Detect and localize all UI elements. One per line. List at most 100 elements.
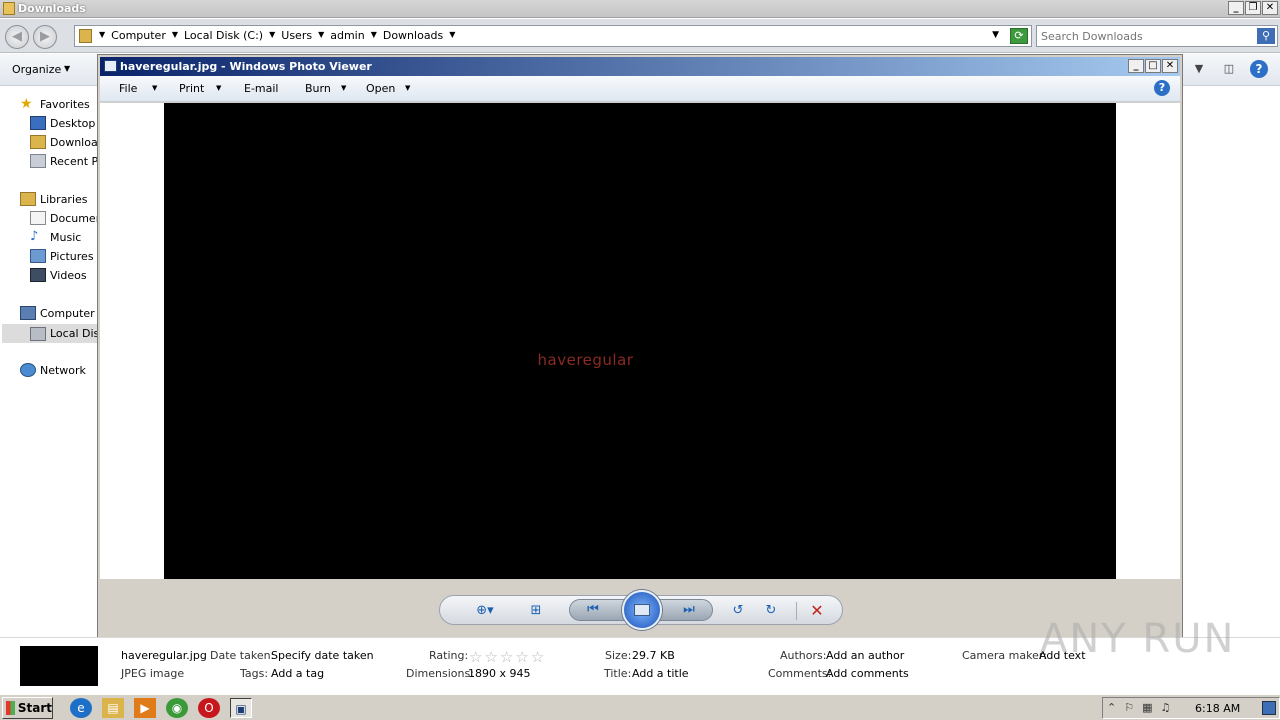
address-bar[interactable]: ▼ Computer ▼ Local Disk (C:) ▼ Users ▼ a… (74, 25, 1032, 47)
nav-downloads[interactable]: Downloac (30, 135, 97, 149)
rating-stars[interactable]: ☆ ☆ ☆ ☆ ☆ (469, 648, 544, 666)
search-icon[interactable]: ⚲ (1257, 28, 1275, 44)
photo-viewer-taskbar-icon[interactable]: ▣ (230, 698, 252, 718)
authors-value[interactable]: Add an author (826, 649, 904, 662)
close-button[interactable]: ✕ (1262, 1, 1278, 15)
menu-print[interactable]: Print (179, 82, 204, 95)
show-hidden-icons-icon[interactable]: ⌃ (1107, 701, 1116, 714)
size-value: 29.7 KB (632, 649, 675, 662)
chevron-down-icon[interactable]: ▼ (99, 30, 105, 43)
internet-explorer-icon[interactable]: e (70, 698, 92, 718)
windows-logo-icon (6, 701, 15, 715)
disk-icon (30, 326, 46, 341)
star-icon: ★ (20, 97, 33, 111)
star-icon[interactable]: ☆ (469, 648, 482, 666)
forward-button[interactable]: ▶ (33, 25, 57, 49)
slideshow-button[interactable] (622, 590, 662, 630)
network-status-icon[interactable]: ▦ (1142, 701, 1152, 714)
chevron-down-icon[interactable]: ▼ (172, 30, 178, 43)
nav-label: Music (50, 230, 82, 244)
menu-email[interactable]: E-mail (244, 82, 279, 95)
maximize-button[interactable]: □ (1145, 59, 1161, 73)
fit-to-window-icon[interactable]: ⊞ (527, 603, 545, 619)
nav-documents[interactable]: Documen (30, 211, 97, 225)
menu-file[interactable]: File (119, 82, 137, 95)
control-bar: ⊕▾ ⊞ ⏮ ⏭ ↺ ↻ ✕ (439, 590, 843, 630)
start-label: Start (17, 701, 52, 715)
chevron-down-icon[interactable]: ▼ (64, 64, 70, 73)
breadcrumb-downloads[interactable]: Downloads (383, 29, 443, 42)
volume-icon[interactable]: ♫ (1161, 701, 1171, 714)
clock[interactable]: 6:18 AM (1195, 702, 1240, 715)
zoom-icon[interactable]: ⊕▾ (470, 603, 500, 619)
title-value[interactable]: Add a title (632, 667, 689, 680)
minimize-button[interactable]: _ (1228, 1, 1244, 15)
nav-local-disk[interactable]: Local Disk (2, 324, 97, 343)
show-desktop-icon[interactable] (1262, 701, 1276, 715)
refresh-icon[interactable]: ⟳ (1010, 28, 1028, 44)
date-taken-value[interactable]: Specify date taken (271, 649, 374, 662)
nav-network[interactable]: Network (20, 363, 86, 377)
nav-music[interactable]: ♪ Music (30, 230, 81, 244)
star-icon[interactable]: ☆ (515, 648, 528, 666)
nav-videos[interactable]: Videos (30, 268, 87, 282)
taskbar: Start e ▤ ▶ ◉ O ▣ ⌃ ⚐ ▦ ♫ 6:18 AM (0, 694, 1280, 720)
maximize-button[interactable]: ❐ (1245, 1, 1261, 15)
breadcrumb-users[interactable]: Users (281, 29, 312, 42)
close-button[interactable]: ✕ (1162, 59, 1178, 73)
nav-label: Pictures (50, 249, 94, 263)
rotate-right-icon[interactable]: ↻ (762, 603, 780, 619)
search-box: ⚲ (1036, 25, 1278, 47)
breadcrumb-local-disk[interactable]: Local Disk (C:) (184, 29, 263, 42)
breadcrumb-computer[interactable]: Computer (111, 29, 166, 42)
chevron-down-icon[interactable]: ▼ (341, 84, 346, 92)
star-icon[interactable]: ☆ (484, 648, 497, 666)
nav-label: Desktop (50, 116, 96, 130)
chevron-down-icon[interactable]: ▼ (216, 84, 221, 92)
star-icon[interactable]: ☆ (531, 648, 544, 666)
file-explorer-icon[interactable]: ▤ (102, 698, 124, 718)
folder-icon (3, 2, 15, 15)
chrome-icon[interactable]: ◉ (166, 698, 188, 718)
address-dropdown-icon[interactable]: ▼ (992, 30, 999, 40)
view-options-icon[interactable]: ▼ (1190, 60, 1208, 78)
previous-icon[interactable]: ⏮ (584, 602, 602, 618)
rotate-left-icon[interactable]: ↺ (729, 603, 747, 619)
chevron-down-icon[interactable]: ▼ (152, 84, 157, 92)
organize-button[interactable]: Organize (12, 63, 61, 76)
chevron-down-icon[interactable]: ▼ (318, 30, 324, 43)
music-icon: ♪ (30, 230, 39, 244)
chevron-down-icon[interactable]: ▼ (405, 84, 410, 92)
next-icon[interactable]: ⏭ (680, 602, 698, 618)
nav-desktop[interactable]: Desktop (30, 116, 95, 130)
chevron-down-icon[interactable]: ▼ (269, 30, 275, 43)
nav-label: Favorites (40, 97, 90, 111)
delete-icon[interactable]: ✕ (808, 602, 826, 620)
nav-label: Local Disk (50, 327, 97, 340)
dimensions-value: 1890 x 945 (468, 667, 531, 680)
comments-value[interactable]: Add comments (826, 667, 909, 680)
flag-icon[interactable]: ⚐ (1124, 701, 1134, 714)
search-input[interactable] (1041, 28, 1251, 44)
back-button[interactable]: ◀ (5, 25, 29, 49)
media-player-icon[interactable]: ▶ (134, 698, 156, 718)
help-icon[interactable]: ? (1250, 60, 1268, 78)
nav-pictures[interactable]: Pictures (30, 249, 94, 263)
opera-icon[interactable]: O (198, 698, 220, 718)
help-icon[interactable]: ? (1154, 80, 1170, 96)
menu-burn[interactable]: Burn (305, 82, 331, 95)
minimize-button[interactable]: _ (1128, 59, 1144, 73)
chevron-down-icon[interactable]: ▼ (449, 30, 455, 43)
star-icon[interactable]: ☆ (500, 648, 513, 666)
start-button[interactable]: Start (2, 697, 53, 719)
preview-pane-icon[interactable]: ◫ (1220, 60, 1238, 78)
chevron-down-icon[interactable]: ▼ (371, 30, 377, 43)
nav-computer[interactable]: Computer (20, 306, 95, 320)
breadcrumb-admin[interactable]: admin (330, 29, 364, 42)
menu-open[interactable]: Open (366, 82, 395, 95)
nav-favorites[interactable]: ★ Favorites (20, 97, 90, 111)
nav-recent-places[interactable]: Recent Pl (30, 154, 97, 168)
nav-libraries[interactable]: Libraries (20, 192, 88, 206)
photo-image[interactable]: haveregular (164, 103, 1116, 579)
tags-value[interactable]: Add a tag (271, 667, 324, 680)
